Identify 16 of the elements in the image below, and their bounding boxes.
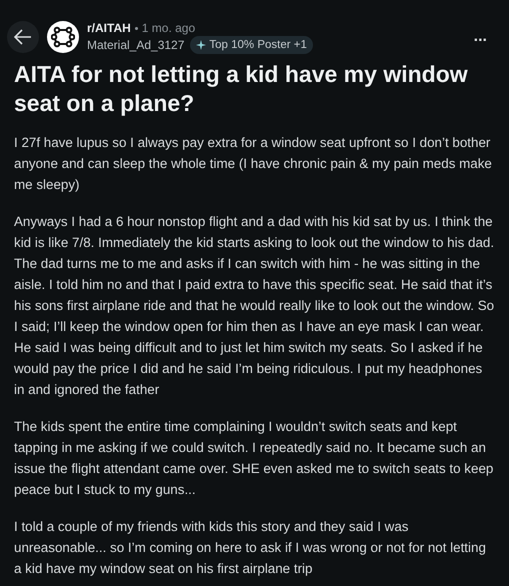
author-name[interactable]: Material_Ad_3127 bbox=[87, 37, 184, 53]
back-arrow-icon bbox=[14, 29, 32, 45]
post-paragraph: The kids spent the entire time complaining I wouldn’t switch seats and kept tapping in me asking if we could switch. I repeatedly said no. It became such an issue the flight attendant came over. SHE even asked me to switch seats to keep peace but I stuck to my guns... bbox=[14, 418, 494, 499]
post-paragraph: Anyways I had a 6 hour nonstop flight and a dad with his kid sat by us. I think the kid is like 7/8. Immediately the kid starts asking to look out the window to his dad. The dad turns me to me and asks if I can switch with him - he was sitting in the aisle. I told him no and that I paid extra to have this specific seat. He said that it’s his sons first airplane ride and that he would really like to look out the window. So I said; I’ll keep the window open for him then as I have an eye mask I can wear. He said I was being difficult and to just let him switch my seats. So I asked if he would pay the price I did and he said I’m being ridiculous. I put my headphones in and ignored the father bbox=[14, 213, 495, 399]
post-age: 1 mo. ago bbox=[142, 21, 196, 35]
back-button[interactable] bbox=[7, 21, 39, 53]
network-icon bbox=[51, 25, 75, 49]
user-badge: Top 10% Poster +1 bbox=[190, 36, 313, 54]
more-button[interactable]: ... bbox=[470, 28, 491, 46]
subreddit-name[interactable]: r/AITAH bbox=[87, 21, 131, 35]
subreddit-avatar[interactable] bbox=[47, 21, 79, 53]
separator-dot bbox=[134, 27, 138, 30]
post-paragraph: I 27f have lupus so I always pay extra for a window seat upfront so I don’t bother anyone and can sleep the whole time (I have chronic pain & my pain meds make me sleepy) bbox=[14, 134, 493, 194]
sparkle-icon bbox=[196, 40, 206, 50]
post-title: AITA for not letting a kid have my window seat on a plane? bbox=[14, 60, 469, 118]
post-paragraph: I told a couple of my friends with kids this story and they said I was unreasonable... so I’m coming on here to ask if I was wrong or not for not letting a kid have my window seat on his first airplane trip bbox=[14, 518, 487, 578]
